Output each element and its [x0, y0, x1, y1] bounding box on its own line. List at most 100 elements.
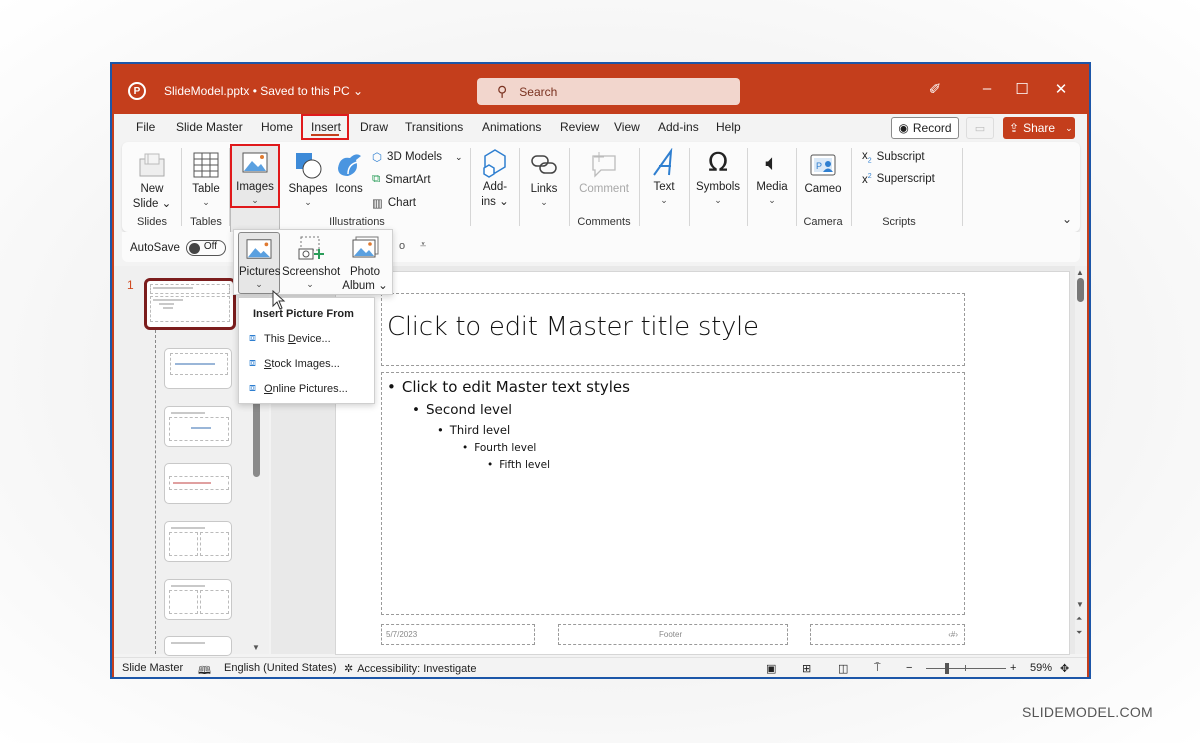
icons-button[interactable]: Icons: [332, 150, 366, 197]
tab-transitions[interactable]: Transitions: [405, 120, 463, 134]
text-level-3: Third level: [437, 423, 510, 437]
menu-item-online-pictures[interactable]: ⧈ Online Pictures...: [249, 382, 348, 395]
layout-thumbnail[interactable]: [164, 521, 232, 562]
thumb-body-placeholder: [200, 590, 229, 614]
share-label: Share: [1023, 121, 1056, 135]
search-box[interactable]: ⚲ Search: [477, 78, 740, 105]
group-separator: [851, 148, 852, 226]
text-button[interactable]: Text ⌄: [644, 148, 684, 205]
tab-help[interactable]: Help: [716, 120, 741, 134]
scrollbar-thumb[interactable]: [1077, 278, 1084, 302]
chart-button[interactable]: ▥ Chart: [372, 196, 416, 210]
fit-to-window-icon[interactable]: ✥: [1060, 662, 1069, 675]
vertical-scrollbar[interactable]: ▲ ▼ ⏶ ⏷: [1075, 266, 1087, 654]
scroll-down-arrow-icon[interactable]: ▼: [1076, 600, 1084, 609]
shapes-button[interactable]: Shapes ⌄: [288, 150, 328, 207]
symbols-button[interactable]: Ω Symbols ⌄: [694, 148, 742, 205]
share-button[interactable]: ⇪ Share ⌄: [1003, 117, 1075, 139]
links-button[interactable]: Links ⌄: [524, 150, 564, 207]
group-label-tables: Tables: [190, 216, 222, 228]
close-button[interactable]: ✕: [1046, 80, 1076, 98]
menu-item-this-device[interactable]: ⧈ This Device...: [249, 332, 331, 345]
maximize-button[interactable]: ☐: [1007, 80, 1037, 98]
previous-slide-icon[interactable]: ⏶: [1076, 614, 1082, 624]
next-slide-icon[interactable]: ⏷: [1076, 628, 1082, 638]
thumb-line: [171, 527, 205, 529]
new-slide-button[interactable]: New Slide ⌄: [130, 150, 174, 212]
new-slide-icon: [139, 153, 165, 177]
chart-icon: ▥: [372, 198, 383, 210]
media-button[interactable]: 🔈︎ Media ⌄: [752, 148, 792, 205]
speaker-icon: 🔈︎: [765, 150, 779, 175]
screenshot-icon: [298, 236, 324, 260]
3d-models-button[interactable]: ⬡ 3D Models ⌄: [372, 150, 463, 164]
menu-item-label: This Device...: [264, 332, 331, 345]
group-label-comments: Comments: [577, 216, 631, 228]
ribbon-tabs: File Slide Master Home Insert Draw Trans…: [114, 114, 1087, 142]
layout-thumbnail[interactable]: [164, 463, 232, 504]
tab-review[interactable]: Review: [560, 120, 599, 134]
comments-button[interactable]: ▭: [966, 117, 994, 139]
tab-insert[interactable]: Insert: [311, 120, 341, 134]
record-button[interactable]: ◉ Record: [891, 117, 959, 139]
language-indicator[interactable]: English (United States): [224, 662, 337, 674]
slide-number-placeholder[interactable]: ‹#›: [810, 624, 965, 645]
layout-thumbnail[interactable]: [164, 406, 232, 447]
autosave-control[interactable]: AutoSave Off: [130, 240, 226, 256]
spelling-book-icon[interactable]: 🕮︎: [198, 662, 211, 677]
comment-button[interactable]: Comment: [574, 150, 634, 197]
chevron-down-icon: ⌄: [455, 151, 463, 162]
tab-add-ins[interactable]: Add-ins: [658, 120, 699, 134]
document-title[interactable]: SlideModel.pptx • Saved to this PC ⌄: [164, 84, 363, 98]
menu-item-stock-images[interactable]: ⧈ Stock Images...: [249, 357, 340, 370]
date-placeholder[interactable]: 5/7/2023: [381, 624, 535, 645]
smartart-button[interactable]: ⧉ SmartArt: [372, 173, 431, 186]
tab-slide-master[interactable]: Slide Master: [176, 120, 243, 134]
add-ins-icon: [483, 149, 506, 178]
minimize-button[interactable]: –: [972, 80, 1002, 97]
zoom-slider-track[interactable]: [926, 668, 1006, 669]
photo-album-button[interactable]: Photo Album ⌄: [340, 232, 390, 294]
tab-home[interactable]: Home: [261, 120, 293, 134]
footer-placeholder[interactable]: Footer: [558, 624, 788, 645]
customize-qat-icon[interactable]: ⩡: [420, 239, 426, 252]
title-placeholder[interactable]: Click to edit Master title style: [381, 293, 965, 366]
autosave-toggle[interactable]: Off: [185, 240, 226, 256]
scroll-up-arrow-icon[interactable]: ▲: [1076, 268, 1084, 277]
tab-view[interactable]: View: [614, 120, 640, 134]
master-slide-number: 1: [127, 278, 134, 292]
superscript-button[interactable]: x2 Superscript: [862, 173, 935, 186]
layout-thumbnail[interactable]: [164, 636, 232, 656]
slide-show-icon[interactable]: ⍑: [874, 662, 881, 675]
subscript-button[interactable]: x2 Subscript: [862, 150, 925, 164]
zoom-in-button[interactable]: +: [1010, 662, 1016, 674]
accessibility-checker[interactable]: ✲ Accessibility: Investigate: [344, 662, 476, 676]
tab-file[interactable]: File: [136, 120, 155, 134]
layout-thumbnail[interactable]: [164, 579, 232, 620]
group-separator: [639, 148, 640, 226]
table-button[interactable]: Table ⌄: [186, 150, 226, 207]
thumb-line: [153, 299, 183, 301]
mouse-cursor-icon: [272, 290, 286, 310]
images-button[interactable]: Images ⌄: [232, 148, 278, 205]
cameo-button[interactable]: P Cameo: [800, 150, 846, 197]
zoom-slider-knob[interactable]: [945, 663, 949, 674]
tab-animations[interactable]: Animations: [482, 120, 541, 134]
add-ins-button[interactable]: Add- ins ⌄: [476, 148, 514, 210]
pictures-button[interactable]: Pictures ⌄: [238, 232, 281, 294]
zoom-out-button[interactable]: −: [906, 662, 912, 674]
redo-icon[interactable]: o: [399, 240, 405, 252]
tab-draw[interactable]: Draw: [360, 120, 388, 134]
screenshot-button[interactable]: Screenshot ⌄: [282, 232, 340, 294]
ribbon-expand-chevron-icon[interactable]: ⌄: [1062, 212, 1072, 226]
slide-sorter-icon[interactable]: ⊞: [802, 662, 811, 675]
designer-wand-icon[interactable]: ✐: [920, 80, 950, 98]
zoom-percent[interactable]: 59%: [1030, 662, 1052, 674]
reading-view-icon[interactable]: ◫: [838, 662, 848, 675]
slide-master-thumbnail[interactable]: [144, 278, 236, 330]
body-placeholder[interactable]: Click to edit Master text styles Second …: [381, 372, 965, 615]
layout-thumbnail[interactable]: [164, 348, 232, 389]
normal-view-icon[interactable]: ▣: [766, 662, 776, 675]
scroll-down-arrow-icon[interactable]: ▼: [252, 643, 260, 652]
photo-album-label-line1: Photo: [349, 266, 381, 278]
